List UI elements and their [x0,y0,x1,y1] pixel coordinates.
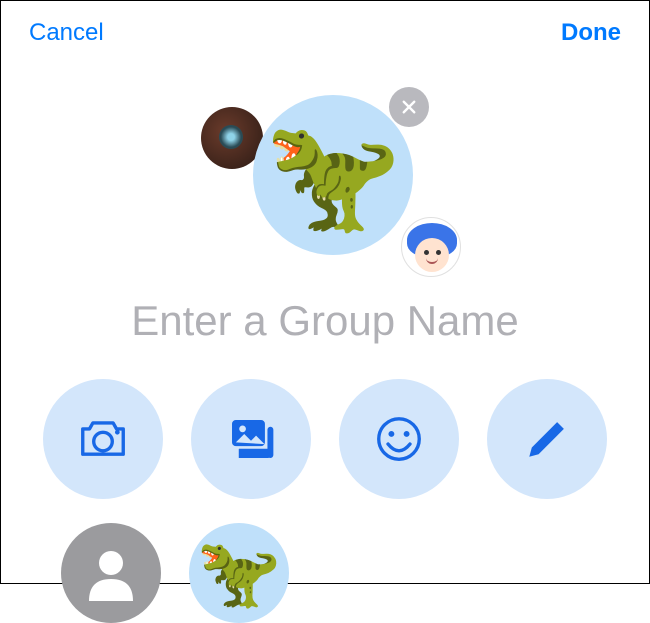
done-button[interactable]: Done [561,19,621,47]
remove-photo-button[interactable] [389,87,429,127]
camera-icon [76,412,130,466]
dinosaur-icon: 🦖 [265,111,402,240]
pencil-icon [520,412,574,466]
close-icon [400,98,418,116]
camera-button[interactable] [43,379,163,499]
suggested-default-avatar[interactable] [61,523,161,623]
group-avatar-cluster: 🦖 [1,77,649,287]
person-silhouette-icon [79,541,143,605]
member-avatar-right [401,217,461,277]
group-name-field-wrap [1,297,649,345]
emoji-button[interactable] [339,379,459,499]
cancel-button[interactable]: Cancel [29,19,104,47]
smiley-icon [372,412,426,466]
suggested-photos-row: 🦖 [1,523,649,623]
group-name-input[interactable] [1,297,649,345]
photo-source-actions [1,379,649,499]
photo-gallery-button[interactable] [191,379,311,499]
suggested-dino-avatar[interactable]: 🦖 [189,523,289,623]
edit-button[interactable] [487,379,607,499]
group-photo-main[interactable]: 🦖 [253,95,413,255]
photo-gallery-icon [224,412,278,466]
modal-header: Cancel Done [1,1,649,57]
dinosaur-icon: 🦖 [197,533,282,613]
